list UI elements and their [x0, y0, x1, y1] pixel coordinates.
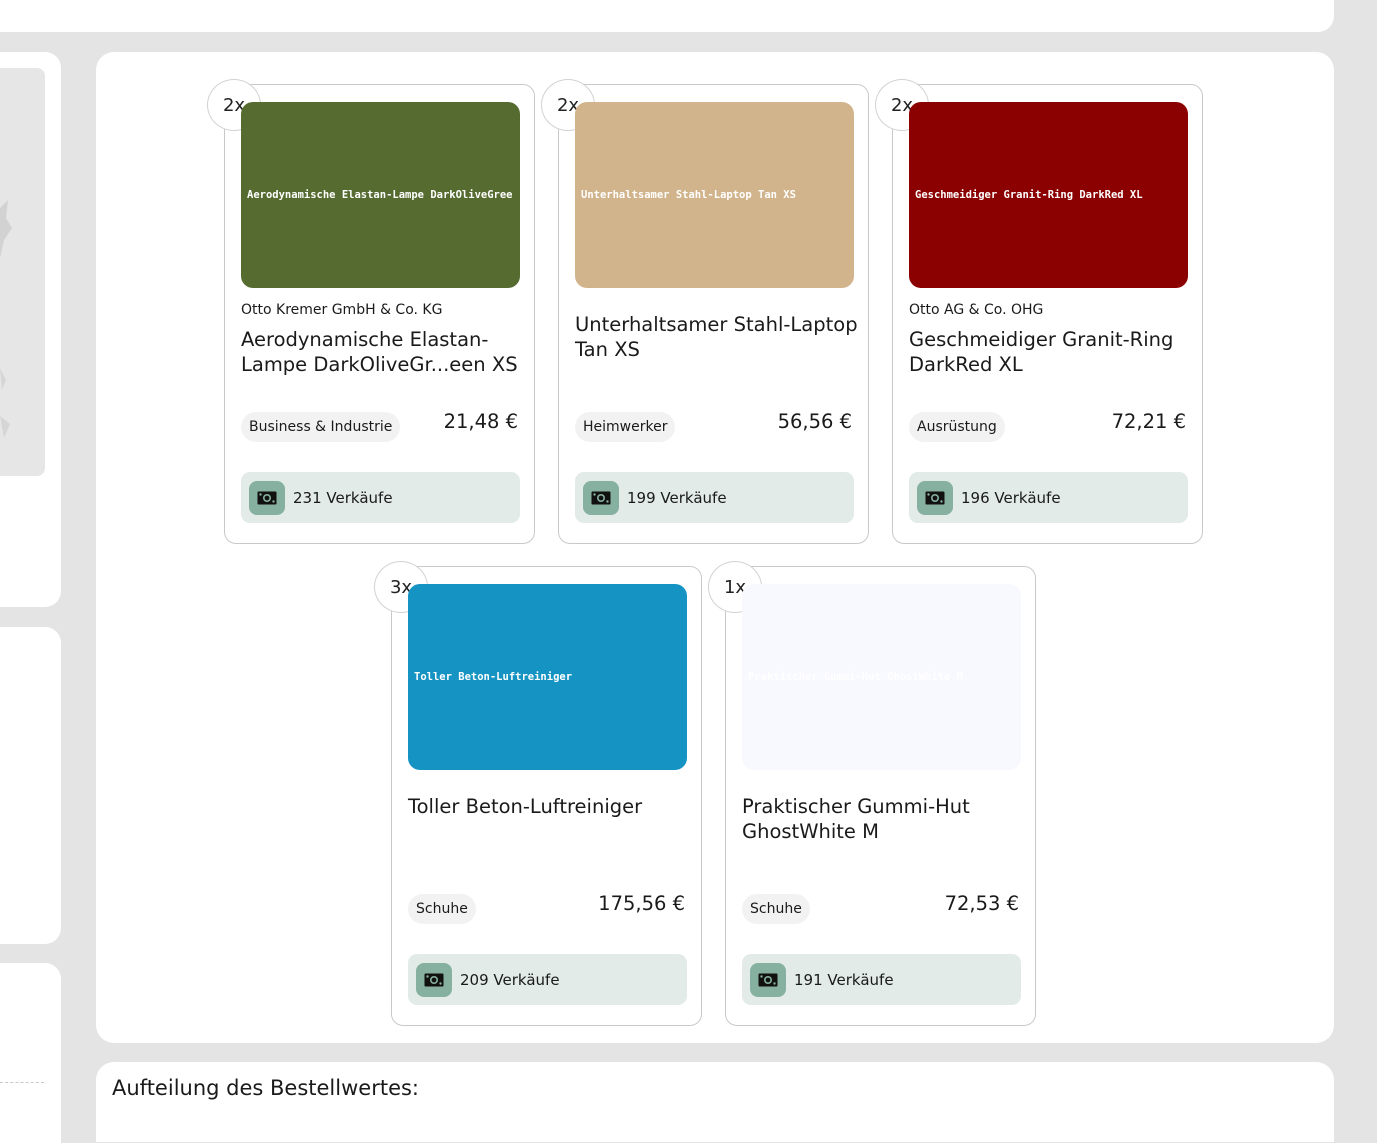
- breakdown-title: Aufteilung des Bestellwertes:: [112, 1076, 420, 1100]
- sales-stats: 191 Verkäufe: [742, 954, 1021, 1005]
- product-image[interactable]: Geschmeidiger Granit-Ring DarkRed XL: [909, 102, 1188, 288]
- sales-stats: 209 Verkäufe: [408, 954, 687, 1005]
- sales-text: 209 Verkäufe: [460, 971, 560, 989]
- product-image-text: Aerodynamische Elastan-Lampe DarkOliveGr…: [247, 189, 513, 201]
- product-card[interactable]: 2x Aerodynamische Elastan-Lampe DarkOliv…: [207, 79, 535, 544]
- product-image-text: Unterhaltsamer Stahl-Laptop Tan XS: [581, 189, 796, 201]
- sales-label: Verkäufe: [994, 488, 1061, 507]
- order-items-panel: 2x Aerodynamische Elastan-Lampe DarkOliv…: [96, 52, 1334, 1043]
- vendor-name: Otto AG & Co. OHG: [909, 302, 1044, 318]
- product-image-text: Praktischer Gummi-Hut GhostWhite M: [748, 671, 963, 683]
- map-shape-icon: [0, 200, 12, 438]
- product-title[interactable]: Praktischer Gummi-Hut GhostWhite M: [742, 794, 1027, 844]
- sales-count: 231: [293, 488, 322, 507]
- product-card[interactable]: 3x Toller Beton-Luftreiniger Toller Beto…: [374, 561, 702, 1026]
- product-image[interactable]: Aerodynamische Elastan-Lampe DarkOliveGr…: [241, 102, 520, 288]
- money-icon: [416, 962, 452, 997]
- sales-label: Verkäufe: [493, 970, 560, 989]
- sales-count: 209: [460, 970, 489, 989]
- sidebar-card: [0, 627, 61, 944]
- product-card[interactable]: 1x Praktischer Gummi-Hut GhostWhite M Pr…: [708, 561, 1036, 1026]
- divider: [0, 1082, 44, 1083]
- product-image-text: Toller Beton-Luftreiniger: [414, 671, 573, 683]
- product-image[interactable]: Praktischer Gummi-Hut GhostWhite M: [742, 584, 1021, 770]
- product-title[interactable]: Geschmeidiger Granit-Ring DarkRed XL: [909, 327, 1194, 377]
- sales-label: Verkäufe: [827, 970, 894, 989]
- vendor-name: Otto Kremer GmbH & Co. KG: [241, 302, 443, 318]
- money-icon: [583, 480, 619, 515]
- product-image[interactable]: Unterhaltsamer Stahl-Laptop Tan XS: [575, 102, 854, 288]
- top-bar: [0, 0, 1334, 32]
- category-badge: Heimwerker: [575, 412, 676, 442]
- category-badge: Ausrüstung: [909, 412, 1005, 442]
- sales-text: 199 Verkäufe: [627, 489, 727, 507]
- sales-text: 191 Verkäufe: [794, 971, 894, 989]
- order-value-breakdown: Aufteilung des Bestellwertes:: [96, 1062, 1334, 1142]
- category-badge: Business & Industrie: [241, 412, 401, 442]
- sales-stats: 196 Verkäufe: [909, 472, 1188, 523]
- sales-count: 191: [794, 970, 823, 989]
- map-preview: [0, 68, 45, 476]
- money-icon: [750, 962, 786, 997]
- product-price: 56,56 €: [777, 410, 852, 433]
- product-image-text: Geschmeidiger Granit-Ring DarkRed XL: [915, 189, 1143, 201]
- money-icon: [917, 480, 953, 515]
- category-badge: Schuhe: [408, 894, 476, 924]
- sales-stats: 199 Verkäufe: [575, 472, 854, 523]
- sales-text: 231 Verkäufe: [293, 489, 393, 507]
- product-price: 72,21 €: [1111, 410, 1186, 433]
- category-badge: Schuhe: [742, 894, 810, 924]
- product-title[interactable]: Unterhaltsamer Stahl-Laptop Tan XS: [575, 312, 860, 362]
- product-price: 175,56 €: [598, 892, 685, 915]
- product-card[interactable]: 2x Unterhaltsamer Stahl-Laptop Tan XS Un…: [541, 79, 869, 544]
- sales-label: Verkäufe: [660, 488, 727, 507]
- money-icon: [249, 480, 285, 515]
- sales-stats: 231 Verkäufe: [241, 472, 520, 523]
- product-price: 21,48 €: [443, 410, 518, 433]
- product-image[interactable]: Toller Beton-Luftreiniger: [408, 584, 687, 770]
- sidebar-card: [0, 963, 61, 1143]
- product-title[interactable]: Toller Beton-Luftreiniger: [408, 794, 693, 819]
- product-card[interactable]: 2x Geschmeidiger Granit-Ring DarkRed XL …: [875, 79, 1203, 544]
- sales-label: Verkäufe: [326, 488, 393, 507]
- product-price: 72,53 €: [944, 892, 1019, 915]
- sales-text: 196 Verkäufe: [961, 489, 1061, 507]
- sales-count: 196: [961, 488, 990, 507]
- product-title[interactable]: Aerodynamische Elastan-Lampe DarkOliveGr…: [241, 327, 526, 377]
- sales-count: 199: [627, 488, 656, 507]
